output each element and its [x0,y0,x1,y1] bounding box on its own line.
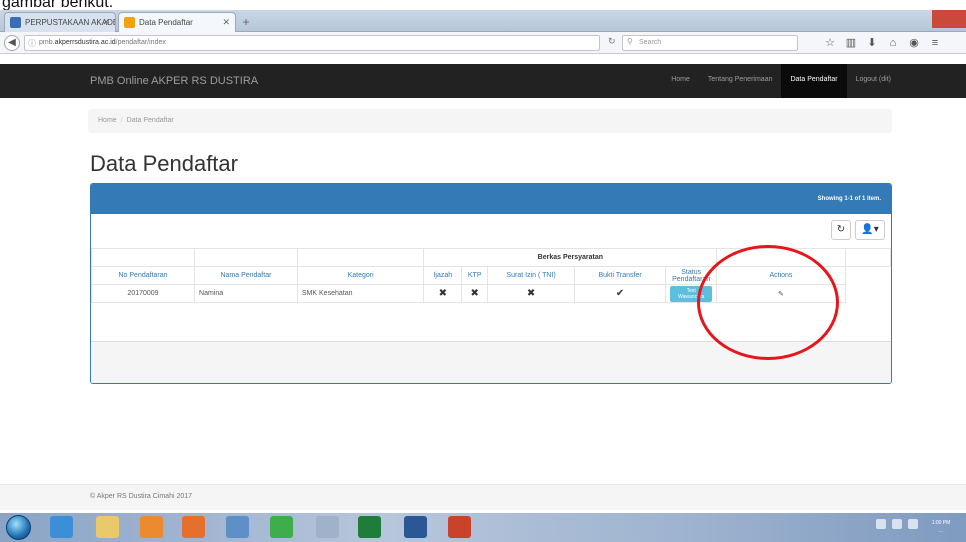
maximize-button[interactable] [910,10,932,28]
window-controls [888,10,966,28]
site-brand[interactable]: PMB Online AKPER RS DUSTIRA [90,75,258,87]
volume-icon[interactable] [908,519,918,529]
library-icon[interactable]: ▥ [845,36,857,50]
close-tab-icon[interactable]: ✕ [222,17,230,28]
site-menu: Home Tentang Penerimaan Data Pendaftar L… [662,64,900,98]
header-no-pendaftaran[interactable]: No Pendaftaran [91,266,196,285]
copyright-text: © Akper RS Dustira Cimahi 2017 [90,493,193,500]
site-navbar: PMB Online AKPER RS DUSTIRA Home Tentang… [0,64,966,98]
clock-time: 1:00 PM [931,520,951,526]
export-menu-button[interactable]: 👤▾ [855,220,885,240]
site-footer: © Akper RS Dustira Cimahi 2017 [0,484,966,510]
header-ijazah[interactable]: Ijazah [423,266,463,285]
browser-tab-data-pendaftar[interactable]: Data Pendaftar ✕ [118,12,236,32]
home-icon[interactable]: ⌂ [887,36,899,50]
file-explorer-icon[interactable] [96,516,119,538]
minimize-button[interactable] [888,10,910,28]
new-tab-button[interactable]: + [238,14,254,30]
media-player-icon[interactable] [140,516,163,538]
breadcrumb: Home / Data Pendaftar [88,109,892,133]
ktp-status-icon: ✖ [461,284,489,303]
page-title: Data Pendaftar [90,151,238,176]
word-icon[interactable] [404,516,427,538]
windows-taskbar: 1:00 PM ... [0,513,966,542]
header-ktp[interactable]: KTP [461,266,489,285]
app-icon[interactable] [226,516,249,538]
grid-summary: Showing 1-1 of 1 item. [817,196,881,202]
download-icon[interactable]: ⬇ [866,36,878,50]
search-box[interactable]: ⚲ Search [622,35,798,51]
search-placeholder: Search [639,39,662,46]
header-blank [296,248,425,267]
chrome-icon[interactable] [270,516,293,538]
breadcrumb-current: Data Pendaftar [126,117,174,124]
menu-item-home[interactable]: Home [662,64,699,98]
menu-item-logout[interactable]: Logout (dit) [847,64,900,98]
tab-title: Data Pendaftar [139,18,193,27]
bukti-transfer-check-icon: ✔ [574,284,667,303]
address-bar[interactable]: ⓘ pmb.akperrsdustira.ac.id/pendaftar/ind… [24,35,600,51]
grid-toolbar: ↻ 👤▾ [831,220,885,240]
excel-icon[interactable] [358,516,381,538]
clock-date: ... [938,528,944,534]
network-icon[interactable] [892,519,902,529]
menu-item-data-pendaftar[interactable]: Data Pendaftar [781,64,847,98]
cell-nama-pendaftar: Namina [194,284,298,303]
breadcrumb-separator: / [120,117,123,124]
menu-item-tentang[interactable]: Tentang Penerimaan [699,64,782,98]
breadcrumb-home[interactable]: Home [98,117,117,124]
notepad-icon[interactable] [316,516,339,538]
url-path: /pendaftar/index [115,39,166,46]
tray-icon[interactable] [876,519,886,529]
header-nama-pendaftar[interactable]: Nama Pendaftar [194,266,298,285]
taskbar-clock[interactable]: 1:00 PM ... [930,519,952,535]
site-favicon-icon [10,17,21,28]
browser-nav-bar: ◀ ⓘ pmb.akperrsdustira.ac.id/pendaftar/i… [0,32,966,54]
header-blank [91,248,196,267]
refresh-icon: ↻ [836,224,846,235]
cell-kategori: SMK Kesehatan [296,284,425,303]
firefox-icon[interactable] [182,516,205,538]
close-window-button[interactable] [932,10,966,28]
header-surat-izin[interactable]: Surat Izin ( TNI) [487,266,576,285]
user-dropdown-icon: 👤▾ [861,224,879,235]
back-arrow-icon[interactable]: ◀ [4,35,20,51]
site-favicon-icon [124,17,135,28]
ijazah-status-icon: ✖ [423,284,463,303]
browser-tab-strip: PERPUSTAKAAN AKADEMIK... ✕ Data Pendafta… [0,10,966,32]
header-berkas-persyaratan: Berkas Persyaratan [423,248,718,267]
highlight-circle [697,245,839,360]
info-icon: ⓘ [28,39,36,48]
header-kategori[interactable]: Kategori [296,266,425,285]
close-tab-icon[interactable]: ✕ [102,17,110,28]
cell-no-pendaftaran: 20170009 [91,284,196,303]
header-bukti-transfer[interactable]: Bukti Transfer [574,266,667,285]
url-prefix: pmb. [39,39,55,46]
reset-grid-button[interactable]: ↻ [831,220,851,240]
browser-toolbar: ☆ ▥ ⬇ ⌂ ◉ ≡ [824,36,941,50]
header-blank [844,248,891,267]
browser-tab-perpustakaan[interactable]: PERPUSTAKAAN AKADEMIK... ✕ [4,12,116,32]
url-host: akperrsdustira.ac.id [54,39,116,46]
surat-izin-status-icon: ✖ [487,284,576,303]
internet-explorer-icon[interactable] [50,516,73,538]
windows-start-icon[interactable] [6,515,31,540]
hamburger-menu-icon[interactable]: ≡ [929,36,941,50]
pocket-icon[interactable]: ◉ [908,36,920,50]
panel-heading: Showing 1-1 of 1 item. [91,184,891,214]
powerpoint-icon[interactable] [448,516,471,538]
system-tray [876,519,918,529]
search-icon: ⚲ [627,37,633,46]
reload-icon[interactable]: ↻ [608,36,616,47]
bookmark-star-icon[interactable]: ☆ [824,36,836,50]
header-blank [194,248,298,267]
